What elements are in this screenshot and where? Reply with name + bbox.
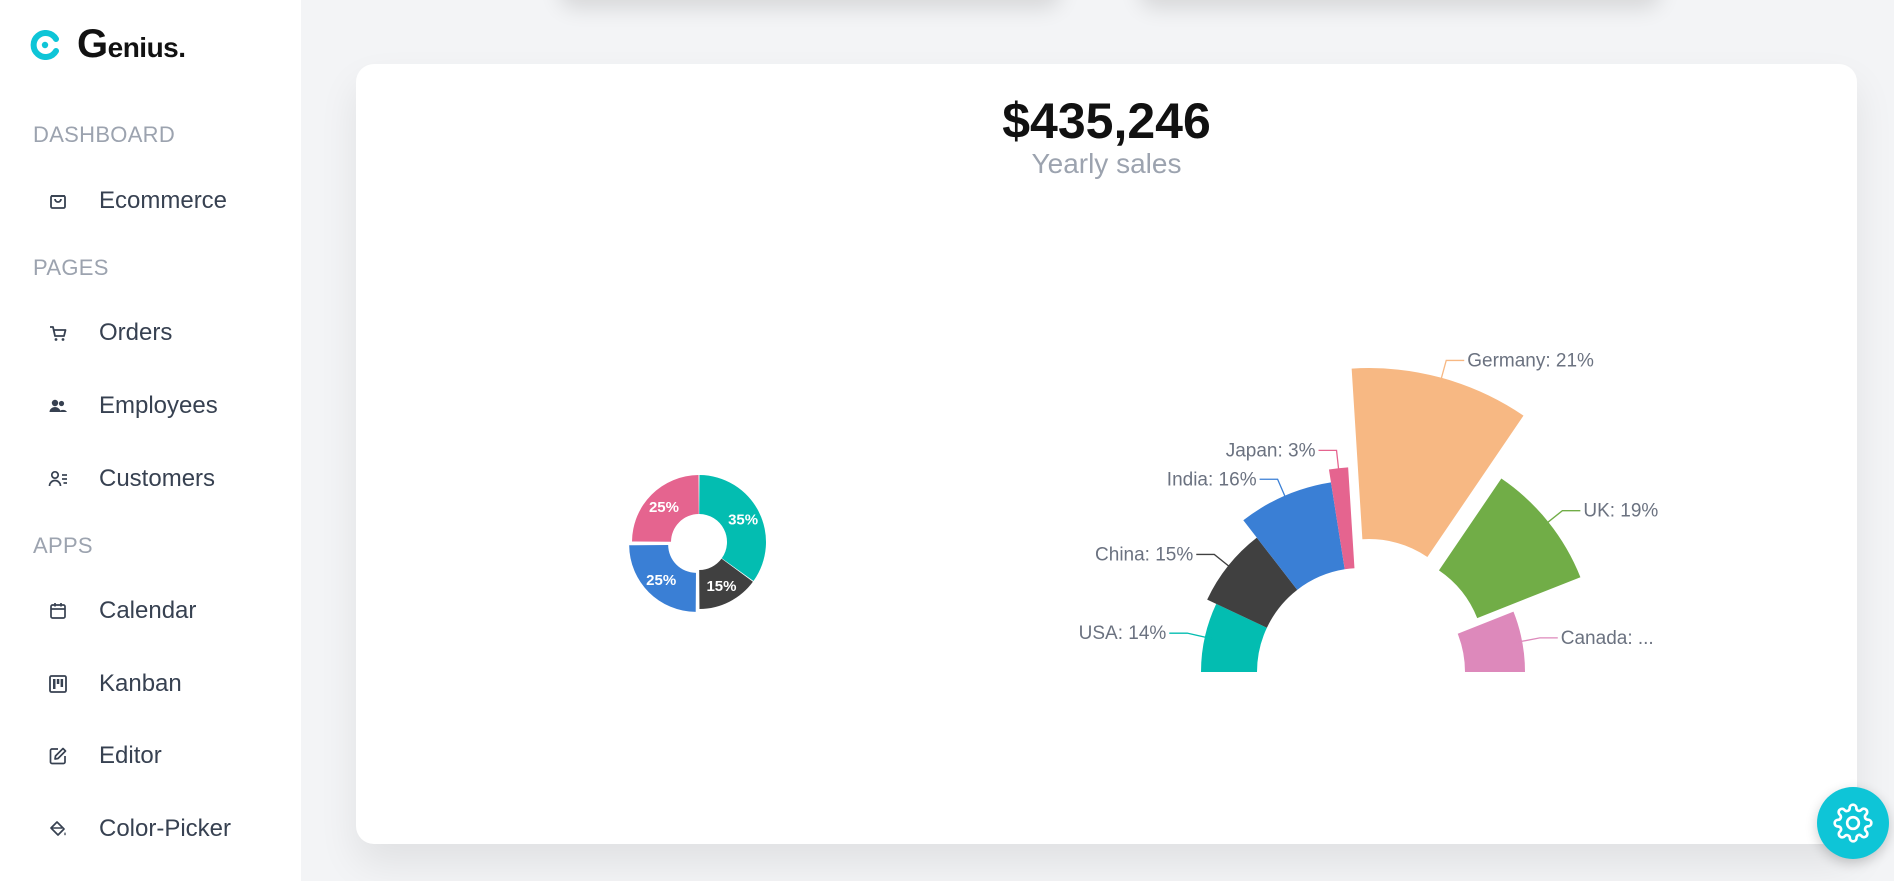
semi-donut-slice-label: China: 15% [1095,544,1193,565]
sidebar-item-label: Calendar [99,597,197,624]
gear-icon [1833,803,1873,843]
sidebar-item-label: Orders [99,319,173,346]
sidebar-item-label: Ecommerce [99,187,228,214]
edit-icon [47,745,69,767]
sidebar-item-color-picker[interactable]: Color-Picker [33,807,283,851]
donut-slice-label: 25% [649,499,679,516]
donut-slice-label: 35% [728,512,758,529]
sidebar-item-label: Customers [99,465,216,492]
settings-button[interactable] [1817,787,1889,859]
section-apps: APPS [33,533,93,558]
section-pages: PAGES [33,255,109,280]
donut-slice-label: 25% [646,572,676,589]
sidebar-item-editor[interactable]: Editor [33,734,283,778]
sidebar-item-kanban[interactable]: Kanban [33,662,283,706]
app-name: Genius. [77,22,186,66]
paint-bucket-icon [47,818,69,840]
semi-donut-slice-label: UK: 19% [1583,501,1658,522]
sidebar: Genius. DASHBOARD Ecommerce PAGES Orders… [0,0,301,881]
logo-icon [30,29,59,60]
sidebar-item-ecommerce[interactable]: Ecommerce [33,179,283,223]
sidebar-item-label: Kanban [99,670,182,697]
section-dashboard: DASHBOARD [33,122,176,147]
semi-donut-slice-label: Germany: 21% [1467,350,1594,371]
semi-donut-slice-label: USA: 14% [1079,623,1167,644]
semi-donut-slice [1457,611,1525,672]
sidebar-item-label: Employees [99,392,218,419]
users-icon [47,395,69,417]
sidebar-item-label: Color-Picker [99,815,232,842]
app-logo[interactable]: Genius. [30,22,186,67]
cart-icon [47,322,69,344]
donut-slice-label: 15% [706,578,736,595]
sidebar-item-calendar[interactable]: Calendar [33,589,283,633]
shopping-bag-icon [47,190,69,212]
sidebar-item-customers[interactable]: Customers [33,457,283,501]
kanban-icon [47,673,69,695]
sidebar-item-orders[interactable]: Orders [33,311,283,355]
semi-donut-slice-label: Canada: ... [1561,628,1654,649]
user-list-icon [47,468,69,490]
calendar-icon [47,600,69,622]
sidebar-item-employees[interactable]: Employees [33,384,283,428]
semi-donut-slice-label: Japan: 3% [1226,440,1316,461]
sidebar-item-label: Editor [99,742,162,769]
yearly-sales-card: $435,246 Yearly sales 35% 15% 25% 25% USA: 1… [356,64,1857,844]
charts-canvas: 35% 15% 25% 25% USA: 14% China: 15% India: 16%… [629,350,1658,672]
semi-donut-slice-label: India: 16% [1167,469,1257,490]
